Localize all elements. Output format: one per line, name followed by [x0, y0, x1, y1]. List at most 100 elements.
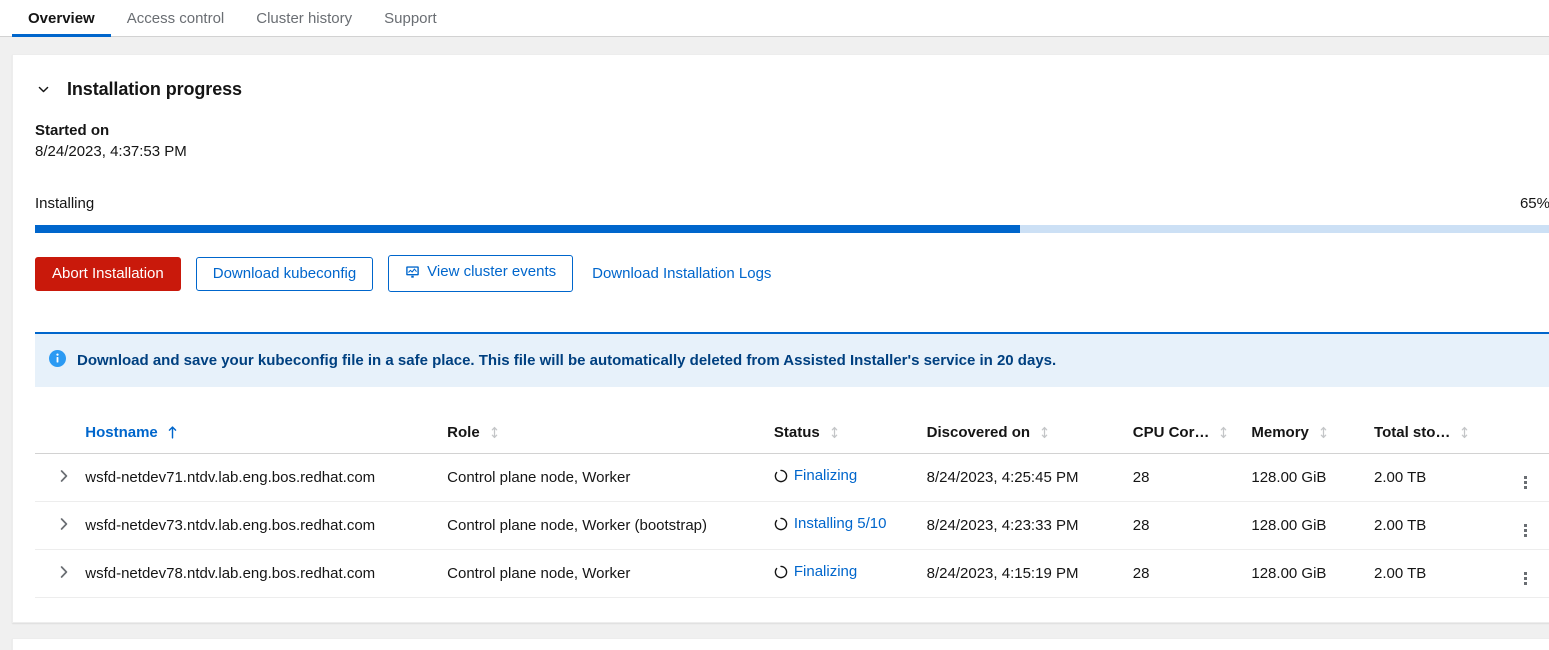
- th-status-label: Status: [773, 423, 820, 441]
- cpu-cores-text: 28: [1132, 468, 1150, 486]
- monitoring-icon: [405, 265, 420, 279]
- tab-cluster-history[interactable]: Cluster history: [240, 0, 368, 36]
- th-hostname-label: Hostname: [85, 423, 158, 441]
- cell-actions: [1509, 453, 1549, 502]
- progress-bar-fill: [35, 225, 1020, 233]
- tab-overview[interactable]: Overview: [12, 0, 111, 37]
- row-expander-cell: [35, 453, 86, 502]
- chevron-right-icon[interactable]: [60, 469, 68, 482]
- cell-total-storage: 2.00 TB: [1374, 501, 1510, 550]
- secondary-card: [12, 637, 1549, 650]
- memory-text: 128.00 GiB: [1251, 468, 1327, 486]
- spinner-icon: [774, 517, 788, 531]
- chevron-right-icon[interactable]: [60, 517, 68, 530]
- status-badge[interactable]: Installing 5/10: [794, 515, 887, 532]
- hostname-text: wsfd-netdev71.ntdv.lab.eng.bos.redhat.co…: [85, 468, 376, 486]
- th-memory[interactable]: Memory: [1251, 413, 1375, 454]
- th-role-label: Role: [447, 423, 480, 441]
- memory-text: 128.00 GiB: [1251, 516, 1327, 534]
- sort-icon[interactable]: [830, 426, 839, 439]
- tab-access-control-label: Access control: [126, 9, 225, 27]
- cell-hostname: wsfd-netdev78.ntdv.lab.eng.bos.redhat.co…: [85, 549, 448, 598]
- kebab-menu-icon[interactable]: [1524, 475, 1528, 489]
- abort-installation-button[interactable]: Abort Installation: [35, 256, 181, 291]
- cell-status: Installing 5/10: [773, 501, 927, 550]
- hosts-table-header-row: Hostname Role Status Discovered on CPU C…: [35, 413, 1549, 454]
- tab-support[interactable]: Support: [368, 0, 453, 36]
- progress-percent-label: 65%: [1519, 195, 1549, 212]
- progress-status-label: Installing: [35, 195, 95, 212]
- status-badge[interactable]: Finalizing: [794, 563, 857, 580]
- role-text: Control plane node, Worker (bootstrap): [447, 516, 708, 534]
- kebab-menu-icon[interactable]: [1524, 523, 1528, 537]
- table-row: wsfd-netdev73.ntdv.lab.eng.bos.redhat.co…: [35, 501, 1549, 550]
- sort-icon[interactable]: [1040, 426, 1049, 439]
- tab-support-label: Support: [384, 9, 437, 27]
- th-discovered-on-label: Discovered on: [926, 423, 1031, 441]
- tab-access-control[interactable]: Access control: [111, 0, 241, 36]
- sort-icon[interactable]: [1219, 426, 1228, 439]
- started-on-value: 8/24/2023, 4:37:53 PM: [35, 143, 187, 160]
- sort-icon[interactable]: [1319, 426, 1328, 439]
- page-body: Installation progress Started on 8/24/20…: [0, 37, 1549, 650]
- th-actions: [1509, 413, 1549, 454]
- cell-discovered-on: 8/24/2023, 4:15:19 PM: [926, 549, 1133, 598]
- cell-role: Control plane node, Worker (bootstrap): [447, 501, 774, 550]
- cell-total-storage: 2.00 TB: [1374, 453, 1510, 502]
- discovered-on-text: 8/24/2023, 4:15:19 PM: [926, 564, 1079, 582]
- cell-memory: 128.00 GiB: [1251, 549, 1375, 598]
- spinner-icon: [774, 469, 788, 483]
- tab-overview-label: Overview: [28, 9, 95, 27]
- started-on-label: Started on: [35, 122, 110, 139]
- installation-progress: Installing 65%: [35, 195, 1549, 233]
- memory-text: 128.00 GiB: [1251, 564, 1327, 582]
- hostname-text: wsfd-netdev73.ntdv.lab.eng.bos.redhat.co…: [85, 516, 376, 534]
- cell-hostname: wsfd-netdev73.ntdv.lab.eng.bos.redhat.co…: [85, 501, 448, 550]
- cell-actions: [1509, 549, 1549, 598]
- th-total-storage[interactable]: Total sto…: [1374, 413, 1510, 454]
- kebab-menu-icon[interactable]: [1524, 571, 1528, 585]
- page-title: Installation progress: [67, 79, 242, 99]
- download-kubeconfig-button[interactable]: Download kubeconfig: [195, 256, 374, 291]
- chevron-down-icon[interactable]: [35, 82, 51, 98]
- role-text: Control plane node, Worker: [447, 468, 631, 486]
- discovered-on-text: 8/24/2023, 4:23:33 PM: [926, 516, 1079, 534]
- status-badge[interactable]: Finalizing: [794, 467, 857, 484]
- progress-labels: Installing 65%: [35, 195, 1549, 212]
- installation-actions: Abort Installation Download kubeconfig V…: [35, 255, 1549, 292]
- th-hostname[interactable]: Hostname: [85, 413, 448, 454]
- row-expander-cell: [35, 501, 86, 550]
- cell-status: Finalizing: [773, 549, 927, 598]
- info-circle-icon: [49, 350, 66, 367]
- sort-icon[interactable]: [490, 426, 499, 439]
- row-expander-cell: [35, 549, 86, 598]
- cell-cpu-cores: 28: [1132, 453, 1252, 502]
- total-storage-text: 2.00 TB: [1374, 516, 1427, 534]
- th-role[interactable]: Role: [447, 413, 774, 454]
- section-header: Installation progress: [35, 79, 1549, 100]
- sort-asc-icon[interactable]: [168, 425, 177, 439]
- sort-icon[interactable]: [1460, 426, 1469, 439]
- progress-bar-track: [35, 225, 1549, 233]
- hosts-table-body: wsfd-netdev71.ntdv.lab.eng.bos.redhat.co…: [35, 453, 1549, 598]
- cell-memory: 128.00 GiB: [1251, 453, 1375, 502]
- th-cpu-cores[interactable]: CPU Cor…: [1132, 413, 1252, 454]
- download-installation-logs-link[interactable]: Download Installation Logs: [588, 258, 775, 290]
- discovered-on-text: 8/24/2023, 4:25:45 PM: [926, 468, 1079, 486]
- cell-discovered-on: 8/24/2023, 4:23:33 PM: [926, 501, 1133, 550]
- cell-role: Control plane node, Worker: [447, 453, 774, 502]
- view-cluster-events-label: View cluster events: [427, 263, 557, 280]
- view-cluster-events-button[interactable]: View cluster events: [388, 255, 574, 292]
- th-cpu-cores-label: CPU Cor…: [1132, 423, 1210, 441]
- cell-discovered-on: 8/24/2023, 4:25:45 PM: [926, 453, 1133, 502]
- table-row: wsfd-netdev71.ntdv.lab.eng.bos.redhat.co…: [35, 453, 1549, 502]
- th-discovered-on[interactable]: Discovered on: [926, 413, 1133, 454]
- table-row: wsfd-netdev78.ntdv.lab.eng.bos.redhat.co…: [35, 549, 1549, 598]
- total-storage-text: 2.00 TB: [1374, 468, 1427, 486]
- cell-cpu-cores: 28: [1132, 549, 1252, 598]
- hostname-text: wsfd-netdev78.ntdv.lab.eng.bos.redhat.co…: [85, 564, 376, 582]
- th-status[interactable]: Status: [773, 413, 927, 454]
- chevron-right-icon[interactable]: [60, 565, 68, 578]
- cell-total-storage: 2.00 TB: [1374, 549, 1510, 598]
- installation-progress-card: Installation progress Started on 8/24/20…: [12, 54, 1549, 623]
